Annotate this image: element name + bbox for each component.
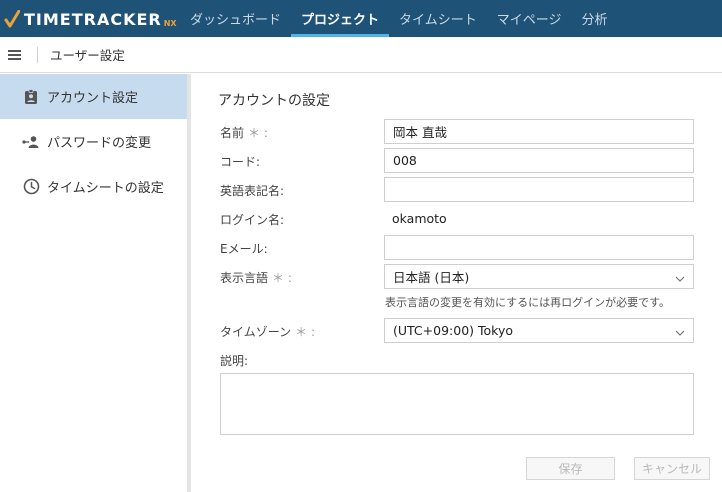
sidebar-item-label: タイムシートの設定 [47,181,164,196]
description-label: 説明: [220,354,249,368]
sidebar-item-label: アカウント設定 [47,91,139,106]
logo-check-icon [4,9,21,28]
sidebar-item-change-password[interactable]: パスワードの変更 [0,119,187,164]
email-label: Eメール: [220,242,268,256]
name-label-text: 名前 [220,126,245,140]
login-name-value: okamoto [392,211,447,226]
required-mark: ＊ : [272,271,292,285]
clock-icon [22,178,40,196]
tab-mypage[interactable]: マイページ [487,0,572,37]
login-name-label: ログイン名: [220,213,285,227]
language-hint: 表示言語の変更を有効にするには再ログインが必要です。 [385,296,671,309]
logo-suffix: NX [163,18,177,28]
app-logo[interactable]: TIMETRACKER NX [4,8,177,30]
main-nav: ダッシュボード プロジェクト タイムシート マイページ 分析 [180,0,618,37]
code-field[interactable] [384,148,694,173]
chevron-down-icon [675,326,685,336]
sidebar-item-timesheet-settings[interactable]: タイムシートの設定 [0,164,187,209]
name-field[interactable] [384,119,694,144]
name-label: 名前＊ : [220,124,268,141]
description-textarea[interactable] [220,373,694,435]
logo-text: TIMETRACKER [24,9,162,29]
email-field[interactable] [384,235,694,260]
cancel-button[interactable]: キャンセル [634,457,710,480]
save-button[interactable]: 保存 [526,457,615,480]
hamburger-menu-icon[interactable] [8,49,22,60]
language-label-text: 表示言語 [220,271,269,285]
account-settings-form: アカウントの設定 名前＊ : コード: 英語表記名: ログイン名: okamot… [195,74,722,492]
account-badge-icon [22,88,40,106]
sidebar-item-account-settings[interactable]: アカウント設定 [0,74,187,119]
language-label: 表示言語＊ : [220,269,292,286]
language-select[interactable]: 日本語 (日本) [384,264,694,289]
english-name-field[interactable] [384,177,694,202]
timezone-label-text: タイムゾーン [220,325,292,339]
timezone-label: タイムゾーン＊ : [220,323,315,340]
key-user-icon [22,133,40,151]
divider [37,46,38,63]
tab-projects[interactable]: プロジェクト [291,0,390,37]
section-title: アカウントの設定 [218,93,330,109]
sub-header: ユーザー設定 [0,37,722,73]
required-mark: ＊ : [248,126,268,140]
code-label: コード: [220,155,261,169]
timezone-select[interactable]: (UTC+09:00) Tokyo [384,318,694,343]
chevron-down-icon [675,272,685,282]
tab-dashboard[interactable]: ダッシュボード [180,0,291,37]
tab-timesheet[interactable]: タイムシート [389,0,487,37]
page-title: ユーザー設定 [50,48,125,63]
english-name-label: 英語表記名: [220,184,285,198]
sidebar: アカウント設定 パスワードの変更 タイムシートの設定 [0,74,191,492]
tab-analysis[interactable]: 分析 [572,0,618,37]
language-selected-value: 日本語 (日本) [393,270,470,285]
timezone-selected-value: (UTC+09:00) Tokyo [393,323,514,338]
required-mark: ＊ : [295,325,316,339]
top-navigation-bar: TIMETRACKER NX ダッシュボード プロジェクト タイムシート マイペ… [0,0,722,37]
sidebar-item-label: パスワードの変更 [47,136,152,151]
